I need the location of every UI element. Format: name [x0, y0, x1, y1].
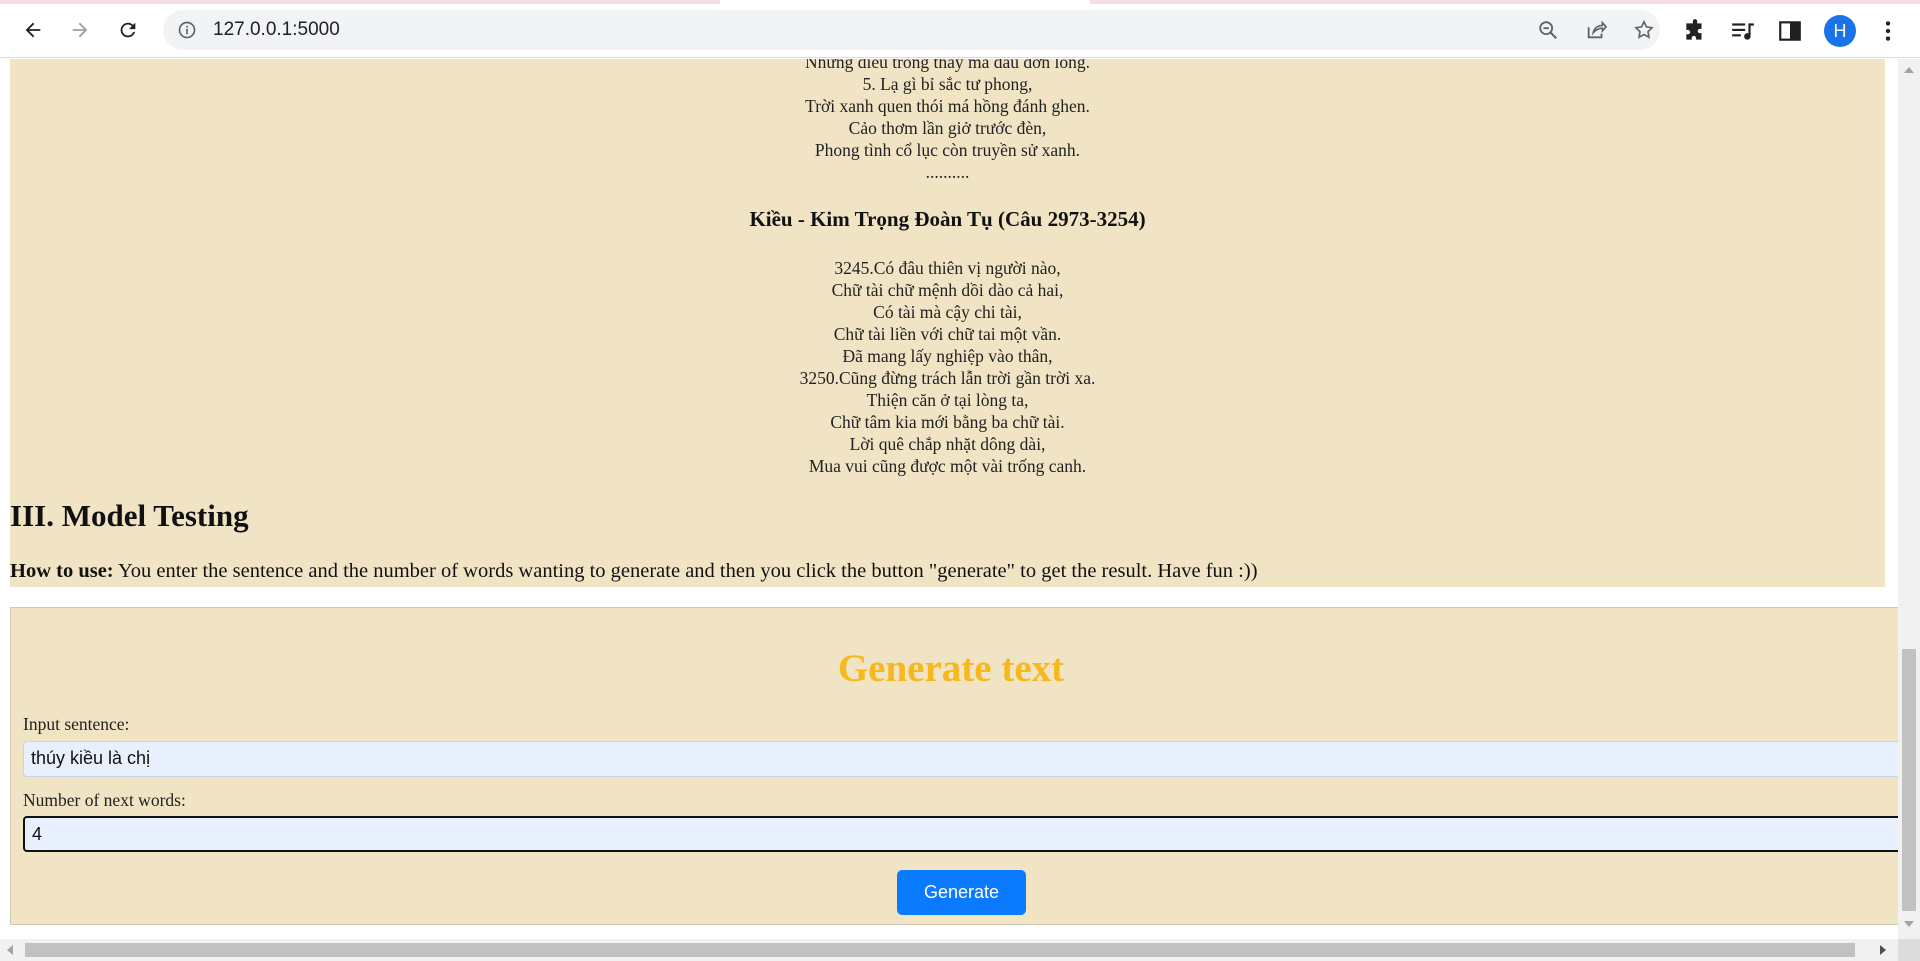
how-to-use-description: You enter the sentence and the number of… — [113, 560, 1258, 582]
poem-section: Những điều trông thấy mà đau đớn lòng. 5… — [10, 59, 1885, 587]
reload-icon[interactable] — [111, 13, 145, 47]
share-icon[interactable] — [1585, 19, 1607, 41]
media-icon[interactable] — [1730, 18, 1756, 44]
generate-form: Generate text Input sentence: thúy kiều … — [10, 607, 1898, 925]
page-viewport: Những điều trông thấy mà đau đớn lòng. 5… — [0, 59, 1898, 939]
extensions-icon[interactable] — [1682, 18, 1708, 44]
model-testing-heading: III. Model Testing — [10, 498, 249, 533]
horizontal-scroll-thumb[interactable] — [25, 943, 1855, 957]
poem-line: .......... — [925, 162, 970, 182]
poem-line: Có tài mà cậy chi tài, — [873, 302, 1022, 322]
poem-line: Cảo thơm lần giở trước đèn, — [848, 118, 1047, 138]
menu-icon[interactable] — [1875, 18, 1901, 44]
sidepanel-icon[interactable] — [1777, 18, 1803, 44]
how-to-use-label: How to use: — [10, 560, 114, 582]
browser-toolbar: 127.0.0.1:5000 H — [0, 4, 1920, 58]
star-icon[interactable] — [1633, 19, 1655, 41]
generate-button[interactable]: Generate — [897, 870, 1026, 915]
vertical-scrollbar[interactable] — [1898, 59, 1920, 939]
info-icon[interactable] — [177, 20, 197, 40]
input-sentence-label: Input sentence: — [23, 714, 130, 734]
poem-line: Chữ tâm kia mới bằng ba chữ tài. — [830, 412, 1065, 432]
scrollbar-corner — [1898, 939, 1920, 961]
zoom-out-icon[interactable] — [1537, 19, 1559, 41]
url-text[interactable]: 127.0.0.1:5000 — [213, 19, 340, 41]
poem-line: 5. Lạ gì bỉ sắc tư phong, — [862, 74, 1033, 94]
poem-lines-top: Những điều trông thấy mà đau đớn lòng. 5… — [10, 59, 1885, 183]
forward-icon[interactable] — [63, 13, 97, 47]
poem-section-heading: Kiều - Kim Trọng Đoàn Tụ (Câu 2973-3254) — [749, 207, 1146, 231]
scroll-down-icon[interactable] — [1904, 921, 1914, 927]
scroll-left-icon[interactable] — [7, 945, 13, 955]
back-icon[interactable] — [16, 13, 50, 47]
input-sentence-field[interactable]: thúy kiều là chị — [23, 741, 1898, 777]
number-of-words-label: Number of next words: — [23, 790, 186, 810]
poem-line: Đã mang lấy nghiệp vào thân, — [842, 346, 1053, 366]
scroll-up-icon[interactable] — [1904, 67, 1914, 73]
horizontal-scrollbar[interactable] — [0, 939, 1898, 961]
poem-line: 3250.Cũng đừng trách lẫn trời gần trời x… — [799, 368, 1096, 388]
how-to-use-text: How to use: You enter the sentence and t… — [10, 560, 1258, 583]
poem-line: Những điều trông thấy mà đau đớn lòng. — [804, 59, 1091, 72]
poem-line: 3245.Có đâu thiên vị người nào, — [834, 258, 1061, 278]
poem-line: Trời xanh quen thói má hồng đánh ghen. — [805, 96, 1090, 116]
poem-lines-bottom: 3245.Có đâu thiên vị người nào, Chữ tài … — [10, 257, 1885, 477]
number-of-words-field[interactable]: 4 — [23, 816, 1898, 852]
address-bar[interactable]: 127.0.0.1:5000 — [163, 10, 1660, 50]
scroll-right-icon[interactable] — [1880, 945, 1886, 955]
poem-line: Chữ tài chữ mệnh dồi dào cả hai, — [831, 280, 1064, 300]
poem-line: Chữ tài liền với chữ tai một vần. — [833, 324, 1062, 344]
vertical-scroll-thumb[interactable] — [1902, 649, 1916, 911]
profile-avatar[interactable]: H — [1824, 15, 1856, 47]
generate-title: Generate text — [837, 647, 1065, 690]
poem-line: Thiện căn ở tại lòng ta, — [866, 390, 1029, 410]
poem-line: Phong tình cổ lục còn truyền sử xanh. — [814, 140, 1081, 160]
poem-line: Mua vui cũng được một vài trống canh. — [808, 456, 1087, 476]
poem-line: Lời quê chắp nhặt dông dài, — [849, 434, 1046, 454]
